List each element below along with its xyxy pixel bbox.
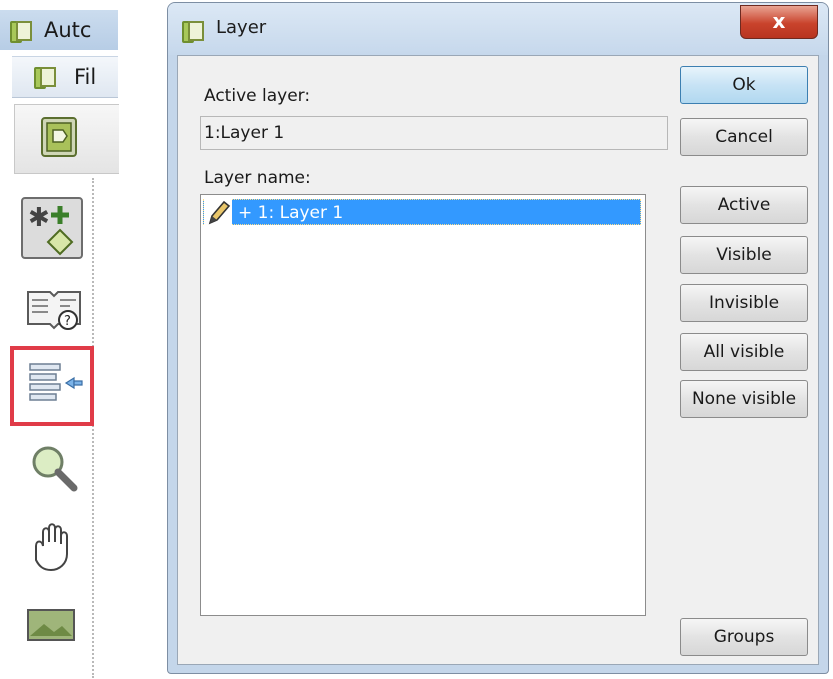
help-tool[interactable]: ? — [20, 278, 98, 338]
app-logo-icon — [10, 19, 32, 43]
active-layer-field: 1:Layer 1 — [200, 116, 668, 150]
layer-dialog: Layer x Active layer: 1:Layer 1 Layer na… — [167, 2, 829, 674]
layer-item-label: + 1: Layer 1 — [238, 203, 344, 223]
layer-name-label: Layer name: — [204, 168, 311, 188]
visible-button[interactable]: Visible — [680, 236, 808, 274]
dialog-client-area: Active layer: 1:Layer 1 Layer name: + 1:… — [177, 55, 819, 665]
svg-text:?: ? — [64, 314, 71, 329]
background-app: Autc Fil ✱ ? — [0, 0, 119, 679]
close-button[interactable]: x — [740, 5, 818, 39]
background-app-title: Autc — [44, 18, 92, 42]
image-tool[interactable] — [20, 596, 98, 656]
background-menubar: Fil — [12, 56, 118, 98]
layer-list[interactable]: + 1: Layer 1 — [200, 194, 646, 616]
active-layer-label: Active layer: — [204, 86, 311, 106]
pan-hand-icon — [35, 523, 68, 572]
file-menu[interactable]: Fil — [74, 65, 96, 89]
ok-button[interactable]: Ok — [680, 66, 808, 104]
open-file-icon — [41, 117, 77, 157]
close-icon: x — [772, 9, 786, 33]
pencil-icon — [204, 199, 232, 227]
active-button[interactable]: Active — [680, 186, 808, 224]
zoom-icon — [32, 446, 78, 492]
all-visible-button[interactable]: All visible — [680, 333, 808, 371]
dialog-titlebar: Layer x — [168, 3, 828, 55]
none-visible-button[interactable]: None visible — [680, 380, 808, 418]
dialog-app-icon — [182, 19, 204, 43]
selected-tool-highlight — [10, 346, 94, 426]
svg-text:✱: ✱ — [28, 203, 50, 233]
pan-tool[interactable] — [20, 516, 98, 576]
groups-button[interactable]: Groups — [680, 618, 808, 656]
zoom-tool[interactable] — [20, 438, 98, 498]
app-logo-icon — [34, 65, 56, 89]
cancel-button[interactable]: Cancel — [680, 118, 808, 156]
help-book-icon: ? — [27, 291, 81, 330]
invisible-button[interactable]: Invisible — [680, 284, 808, 322]
new-layer-tool[interactable]: ✱ — [20, 196, 98, 259]
dialog-title: Layer — [216, 17, 267, 38]
new-layer-icon: ✱ — [21, 197, 83, 259]
image-icon — [27, 609, 75, 641]
layer-list-item[interactable]: + 1: Layer 1 — [203, 199, 641, 227]
open-file-tool[interactable] — [20, 108, 98, 168]
background-app-titlebar: Autc — [0, 10, 118, 50]
